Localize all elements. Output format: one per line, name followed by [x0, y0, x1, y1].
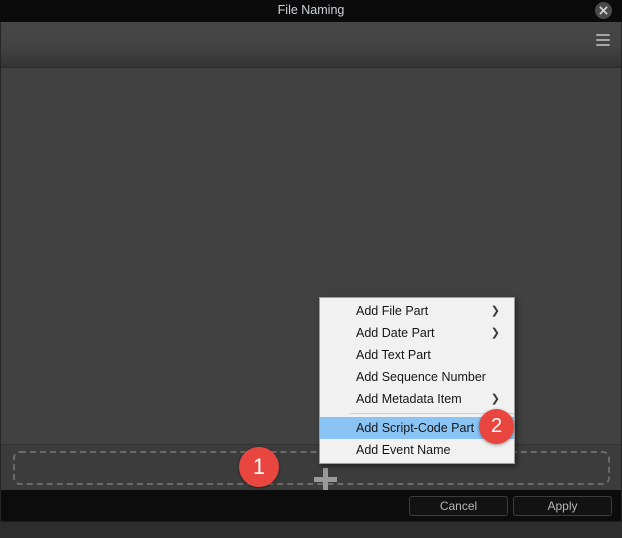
menu-item[interactable]: Add File Part ❯ — [320, 300, 514, 322]
footer-bar: Cancel Apply — [0, 490, 622, 521]
menu-item[interactable]: Add Date Part ❯ — [320, 322, 514, 344]
chevron-right-icon: ❯ — [490, 327, 500, 339]
toolbar-strip — [1, 22, 621, 68]
window-bottom-edge — [0, 521, 622, 538]
menu-item[interactable]: Add Sequence Number — [320, 366, 514, 388]
cancel-button[interactable]: Cancel — [409, 496, 508, 516]
menu-item-label: Add Script-Code Part — [356, 421, 475, 435]
plus-icon[interactable] — [314, 468, 337, 491]
page-title: File Naming — [277, 3, 345, 17]
menu-item-label: Add File Part — [356, 304, 429, 318]
name-tokens-canvas[interactable] — [1, 68, 621, 444]
title-bar: File Naming — [0, 0, 622, 22]
hamburger-bar — [596, 44, 610, 46]
close-icon[interactable] — [595, 2, 612, 19]
chevron-right-icon: ❯ — [490, 393, 500, 405]
menu-item[interactable]: Add Event Name — [320, 439, 514, 461]
chevron-right-icon: ❯ — [490, 305, 500, 317]
add-part-drop-zone[interactable] — [13, 451, 610, 491]
menu-item-label: Add Sequence Number — [356, 370, 486, 384]
step-badge-2: 2 — [479, 409, 514, 444]
apply-button[interactable]: Apply — [513, 496, 612, 516]
file-naming-dialog: File Naming Cancel Apply Add File Part ❯… — [0, 0, 622, 538]
drop-zone-area — [1, 444, 621, 491]
menu-item-label: Add Metadata Item — [356, 392, 462, 406]
menu-item-label: Add Date Part — [356, 326, 435, 340]
menu-item-label: Add Text Part — [356, 348, 431, 362]
dialog-body — [0, 22, 622, 491]
menu-item-label: Add Event Name — [356, 443, 451, 457]
step-badge-1: 1 — [239, 447, 279, 487]
menu-item[interactable]: Add Metadata Item ❯ — [320, 388, 514, 410]
menu-item[interactable]: Add Text Part — [320, 344, 514, 366]
hamburger-bar — [596, 39, 610, 41]
hamburger-menu-icon[interactable] — [593, 34, 613, 52]
hamburger-bar — [596, 34, 610, 36]
